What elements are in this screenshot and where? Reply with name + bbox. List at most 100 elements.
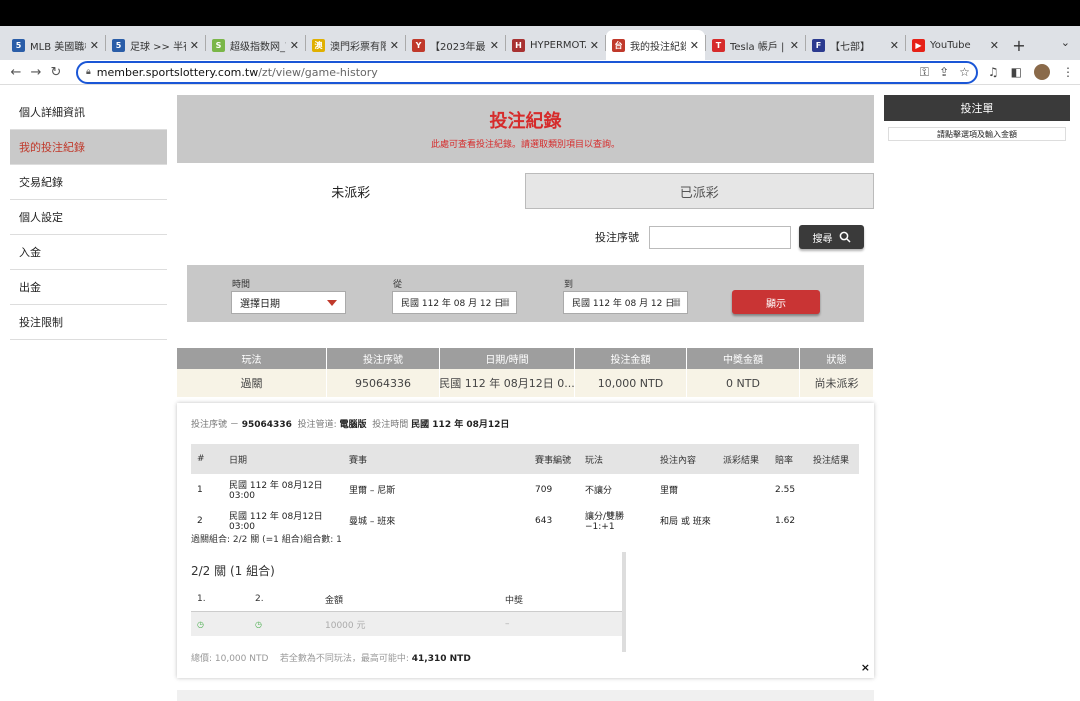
browser-tab[interactable]: 5 足球 >> 半夜 ✕ — [106, 30, 205, 60]
youtube-icon: ▶ — [912, 38, 925, 52]
col-header: 派彩結果 — [717, 444, 769, 474]
tab-title: 澳門彩票有限 — [330, 41, 386, 53]
bet-serial-input[interactable] — [649, 225, 791, 249]
settlement-tabs: 未派彩 已派彩 — [177, 173, 874, 209]
tab-title: 超级指数网_首 — [230, 41, 286, 53]
tab-close-icon[interactable]: ✕ — [90, 39, 99, 52]
col-header: 投注結果 — [807, 444, 859, 474]
browser-tab[interactable]: H HYPERMOTA ✕ — [506, 30, 605, 60]
bookmark-star-icon[interactable]: ☆ — [959, 65, 970, 80]
show-button[interactable]: 顯示 — [732, 290, 820, 314]
col-header: 1. — [197, 594, 206, 604]
table-cell — [807, 474, 859, 505]
sidebar-item[interactable]: 個人詳細資訊 — [10, 95, 167, 130]
tab-title: Tesla 帳戶 | T — [730, 41, 786, 53]
tab-title: YouTube — [930, 39, 971, 51]
back-icon[interactable]: ← — [6, 65, 26, 80]
sidebar-item[interactable]: 投注限制 — [10, 305, 167, 340]
hypermota-icon: H — [512, 38, 525, 52]
lock-icon[interactable]: 🔒︎ — [86, 67, 91, 77]
col-header: 投注內容 — [654, 444, 717, 474]
url-host: member.sportslottery.com.tw — [96, 65, 259, 79]
menu-kebab-icon[interactable]: ⋮ — [1062, 65, 1074, 79]
legs-header-row: # 日期 賽事 賽事編號 玩法 投注內容 派彩結果 賠率 投注結果 — [191, 444, 859, 474]
results-header: 玩法 投注序號 日期/時間 投注金額 中獎金額 狀態 — [177, 348, 874, 369]
meta-time-label: 投注時間 — [372, 420, 409, 430]
close-icon[interactable]: × — [861, 661, 870, 674]
meta-serial: 95064336 — [241, 420, 292, 430]
sidebar-item[interactable]: 我的投注紀錄 — [10, 130, 167, 165]
sidebar-item[interactable]: 交易紀錄 — [10, 165, 167, 200]
col-header: 日期/時間 — [440, 348, 575, 369]
time-select[interactable]: 選擇日期 — [231, 291, 346, 314]
col-header: 投注序號 — [327, 348, 440, 369]
tab-pending[interactable]: 未派彩 — [177, 173, 525, 209]
index-icon: S — [212, 38, 225, 52]
table-row[interactable]: 過關 95064336 民國 112 年 08月12日 0... 10,000 … — [177, 369, 874, 397]
forward-icon[interactable]: → — [26, 65, 46, 80]
tab-close-icon[interactable]: ✕ — [590, 39, 599, 52]
browser-tab[interactable]: 5 MLB 美國職棒 ✕ — [6, 30, 105, 60]
tab-settled[interactable]: 已派彩 — [524, 173, 874, 209]
time-select-value: 選擇日期 — [240, 299, 280, 310]
side-panel-icon[interactable]: ◧ — [1011, 65, 1022, 79]
total-label: 總價: 10,000 NTD — [191, 654, 269, 664]
url-path: /zt/view/game-history — [258, 65, 378, 79]
profile-avatar[interactable] — [1034, 64, 1050, 80]
tab-close-icon[interactable]: ✕ — [390, 39, 399, 52]
url-input[interactable]: 🔒︎ member.sportslottery.com.tw/zt/view/g… — [76, 60, 978, 84]
total-line: 總價: 10,000 NTD 若全數為不同玩法，最高可能中: 41,310 NT… — [191, 651, 471, 664]
new-tab-button[interactable]: + — [1005, 30, 1033, 60]
calendar-icon[interactable]: ▦ — [672, 297, 681, 308]
browser-tabstrip: 5 MLB 美國職棒 ✕ 5 足球 >> 半夜 ✕ S 超级指数网_首 ✕ 澳澳門彩票有限 ✕ Y 【2… — [0, 26, 1080, 60]
browser-tab[interactable]: F 【七部】 ✕ — [806, 30, 905, 60]
table-cell: 民國 112 年 08月12日 0... — [440, 369, 575, 397]
sidebar-item[interactable]: 個人設定 — [10, 200, 167, 235]
browser-tab[interactable]: T Tesla 帳戶 | T ✕ — [706, 30, 805, 60]
next-row-peek — [177, 690, 874, 701]
calendar-icon[interactable]: ▦ — [501, 297, 510, 308]
tab-close-icon[interactable]: ✕ — [690, 39, 699, 52]
reload-icon[interactable]: ↻ — [46, 65, 66, 80]
tab-close-icon[interactable]: ✕ — [890, 39, 899, 52]
search-button[interactable]: 搜尋 — [799, 225, 864, 249]
sidebar-item[interactable]: 入金 — [10, 235, 167, 270]
clock-icon: ◷ — [255, 619, 262, 629]
tab-close-icon[interactable]: ✕ — [190, 39, 199, 52]
browser-tab[interactable]: ▶ YouTube ✕ — [906, 30, 1005, 60]
browser-tab[interactable]: S 超级指数网_首 ✕ — [206, 30, 305, 60]
share-icon[interactable]: ⇪ — [939, 65, 949, 80]
col-header: 日期 — [223, 444, 343, 474]
search-label: 投注序號 — [595, 231, 639, 244]
macau-icon: 澳 — [312, 38, 325, 52]
address-bar: ← → ↻ 🔒︎ member.sportslottery.com.tw/zt/… — [0, 60, 1080, 85]
browser-tab[interactable]: 台我的投注紀錄 ✕ — [606, 30, 705, 60]
browser-tab[interactable]: Y 【2023年最新 ✕ — [406, 30, 505, 60]
page-subtitle: 此處可查看投注紀錄。請選取類別項目以查詢。 — [430, 140, 620, 150]
key-icon[interactable]: ⚿ — [920, 65, 929, 80]
search-row: 投注序號 搜尋 — [177, 209, 874, 265]
from-date-input[interactable]: 民國 112 年 08 月 12 日 ▦ — [392, 291, 517, 314]
tab-close-icon[interactable]: ✕ — [290, 39, 299, 52]
bet-detail-panel: 投注序號 － 95064336 投注管道: 電腦版 投注時間 民國 112 年 … — [177, 403, 874, 678]
tab-title: HYPERMOTA — [530, 39, 586, 51]
search-icon — [839, 231, 851, 243]
tab-search-chevron-icon[interactable]: ⌄ — [1061, 36, 1070, 49]
betslip-title[interactable]: 投注單 — [884, 95, 1070, 121]
results-table: 玩法 投注序號 日期/時間 投注金額 中獎金額 狀態 過關 95064336 民… — [177, 348, 874, 397]
tab-close-icon[interactable]: ✕ — [790, 39, 799, 52]
from-date-value: 民國 112 年 08 月 12 日 — [401, 299, 504, 309]
clock-icon: ◷ — [197, 619, 204, 629]
combo-row: ◷ ◷ 10000 元 – — [191, 612, 622, 636]
to-date-input[interactable]: 民國 112 年 08 月 12 日 ▦ — [563, 291, 688, 314]
meta-channel: 電腦版 — [339, 420, 367, 430]
tab-close-icon[interactable]: ✕ — [990, 39, 999, 52]
tab-title: 【2023年最新 — [430, 41, 486, 53]
sidebar-item[interactable]: 出金 — [10, 270, 167, 305]
col-header: 中獎 — [505, 595, 524, 606]
media-control-icon[interactable]: ♫ — [988, 65, 999, 79]
tab-close-icon[interactable]: ✕ — [490, 39, 499, 52]
browser-tab[interactable]: 澳澳門彩票有限 ✕ — [306, 30, 405, 60]
table-cell: 民國 112 年 08月12日 03:00 — [229, 481, 323, 501]
table-cell: 尚未派彩 — [800, 369, 874, 397]
